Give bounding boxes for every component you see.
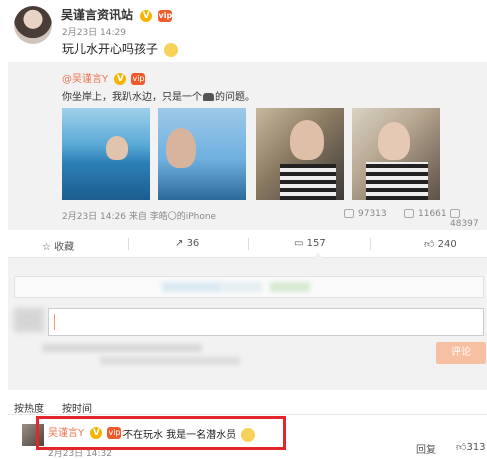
repost-photo-4[interactable] bbox=[352, 108, 440, 200]
redacted-text bbox=[222, 282, 262, 292]
redacted-text bbox=[162, 282, 222, 292]
divider bbox=[248, 238, 249, 250]
like-icon bbox=[450, 209, 460, 218]
photo-subject bbox=[290, 120, 324, 160]
comment-icon bbox=[404, 209, 414, 218]
divider bbox=[128, 238, 129, 250]
repost-author-name[interactable]: @吴谨言Y bbox=[62, 74, 108, 85]
post-time[interactable]: 2月23日 14:29 bbox=[62, 25, 126, 38]
like-count-value: 48397 bbox=[450, 219, 479, 229]
thumbs-up-icon: 👍︎ bbox=[424, 239, 438, 250]
comment-button-count: 157 bbox=[306, 238, 326, 249]
photo-subject bbox=[166, 128, 196, 168]
like-button[interactable]: 👍︎ 240 bbox=[424, 238, 457, 250]
repost-button-count: 36 bbox=[186, 238, 200, 249]
author-avatar[interactable] bbox=[14, 6, 52, 44]
like-button-count: 240 bbox=[437, 239, 457, 250]
repost-icon bbox=[344, 209, 354, 218]
repost-text-after: 的问题。 bbox=[215, 92, 255, 103]
photo-subject-clothing bbox=[280, 164, 336, 200]
repost-author[interactable]: @吴谨言Y V vip bbox=[62, 70, 146, 85]
photo-subject bbox=[378, 122, 410, 160]
repost-count-value: 97313 bbox=[358, 209, 387, 219]
panel-caret-icon bbox=[312, 252, 324, 259]
like-count[interactable]: 48397 bbox=[450, 209, 487, 229]
post-author[interactable]: 吴谨言资讯站 V vip bbox=[61, 6, 173, 23]
vip-badge-icon: vip bbox=[158, 9, 173, 22]
thumbs-up-icon: 👍︎ bbox=[456, 442, 467, 453]
post-author-name[interactable]: 吴谨言资讯站 bbox=[61, 8, 133, 22]
repost-text-before: 你坐岸上，我趴水边，只是一个 bbox=[62, 92, 202, 103]
repost-photo-2[interactable] bbox=[158, 108, 246, 200]
my-avatar bbox=[14, 308, 44, 332]
favorite-button[interactable]: ☆ 收藏 bbox=[42, 238, 74, 253]
smile-emoji-icon bbox=[163, 42, 178, 57]
redacted-text bbox=[42, 344, 202, 352]
highlight-box bbox=[36, 416, 286, 450]
car-emoji-icon bbox=[203, 93, 214, 101]
comment-like-button[interactable]: 👍︎313 bbox=[456, 441, 486, 453]
comment-icon: ▭ bbox=[294, 238, 307, 249]
redacted-text bbox=[100, 357, 240, 365]
favorite-label: 收藏 bbox=[54, 242, 75, 253]
post-text: 玩儿水开心吗孩子 bbox=[62, 40, 178, 57]
comment-count-value: 11661 bbox=[418, 209, 447, 219]
comment-button[interactable]: ▭ 157 bbox=[294, 238, 326, 249]
tab-sort-time[interactable]: 按时间 bbox=[62, 400, 92, 415]
divider bbox=[370, 238, 371, 250]
comment-like-count: 313 bbox=[466, 442, 486, 453]
repost-photo-1[interactable] bbox=[62, 108, 150, 200]
text-cursor bbox=[54, 314, 55, 330]
tab-divider bbox=[8, 414, 487, 415]
photo-subject bbox=[106, 136, 128, 160]
comment-count[interactable]: 11661 bbox=[404, 209, 447, 219]
repost-text: 你坐岸上，我趴水边，只是一个 的问题。 bbox=[62, 88, 255, 103]
verified-badge-icon: V bbox=[114, 73, 127, 85]
reply-button[interactable]: 回复 bbox=[416, 441, 436, 456]
post-text-content: 玩儿水开心吗孩子 bbox=[62, 42, 159, 56]
repost-count[interactable]: 97313 bbox=[344, 209, 387, 219]
photo-subject-clothing bbox=[366, 162, 428, 200]
repost-photo-3[interactable] bbox=[256, 108, 344, 200]
submit-comment-button[interactable]: 评论 bbox=[436, 342, 486, 364]
repost-meta: 2月23日 14:26 来自 李皓〇的iPhone bbox=[62, 212, 217, 222]
redacted-text bbox=[270, 282, 310, 292]
comment-input[interactable] bbox=[48, 308, 484, 336]
star-icon: ☆ bbox=[42, 242, 55, 253]
repost-icon: ↗ bbox=[175, 238, 187, 249]
vip-badge-icon: vip bbox=[131, 73, 146, 85]
tab-sort-hot[interactable]: 按热度 bbox=[14, 400, 44, 415]
repost-button[interactable]: ↗ 36 bbox=[175, 238, 199, 249]
verified-badge-icon: V bbox=[140, 9, 153, 22]
